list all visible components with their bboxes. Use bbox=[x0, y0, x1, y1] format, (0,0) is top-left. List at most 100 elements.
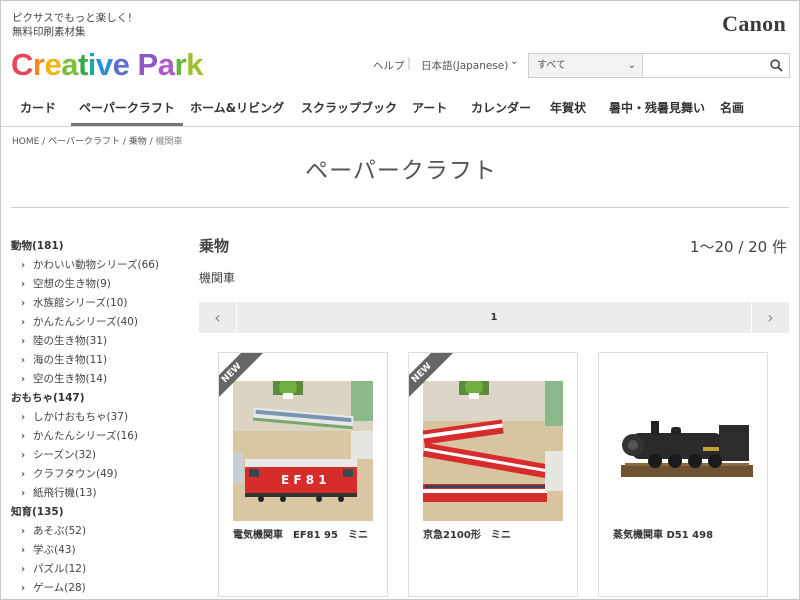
sidebar-item[interactable]: › 水族館シリーズ(10) bbox=[11, 294, 191, 313]
search-icon[interactable] bbox=[770, 59, 783, 72]
nav-item-papercraft[interactable]: ペーパークラフト bbox=[71, 93, 183, 126]
canon-logo[interactable]: Canon bbox=[722, 11, 786, 37]
product-image[interactable]: E F 8 1 bbox=[233, 381, 373, 521]
chevron-right-icon: › bbox=[21, 260, 26, 271]
sidebar-item-label: しかけおもちゃ(37) bbox=[33, 411, 129, 423]
chevron-right-icon[interactable]: › bbox=[751, 302, 789, 333]
sidebar-item-label: 水族館シリーズ(10) bbox=[33, 297, 128, 309]
chevron-right-icon: › bbox=[21, 431, 26, 442]
sidebar-item[interactable]: › あそぶ(52) bbox=[11, 522, 191, 541]
sidebar-category[interactable]: 動物(181) bbox=[11, 237, 191, 256]
product-card[interactable]: E F 8 1 NEW 電気機関車 EF81 95 ミニ bbox=[218, 352, 388, 597]
breadcrumb-papercraft[interactable]: ペーパークラフト bbox=[48, 137, 120, 147]
chevron-down-icon[interactable]: ⌄ bbox=[510, 56, 518, 67]
product-name[interactable]: 電気機関車 EF81 95 ミニ bbox=[233, 526, 368, 541]
sidebar-category[interactable]: 知育(135) bbox=[11, 503, 191, 522]
product-card[interactable]: 蒸気機関車 D51 498 bbox=[598, 352, 768, 597]
chevron-right-icon: › bbox=[21, 469, 26, 480]
chevron-right-icon: › bbox=[21, 450, 26, 461]
sidebar-item-label: 紙飛行機(13) bbox=[33, 487, 97, 499]
sidebar-category[interactable]: おもちゃ(147) bbox=[11, 389, 191, 408]
language-selector[interactable]: 日本語(Japanese) bbox=[421, 58, 508, 73]
sidebar-item-label: かわいい動物シリーズ(66) bbox=[33, 259, 160, 271]
nav-item-home-living[interactable]: ホーム&リビング bbox=[182, 93, 292, 126]
product-card[interactable]: NEW 京急2100形 ミニ bbox=[408, 352, 578, 597]
logo-letter: a bbox=[61, 47, 78, 82]
main-nav: カード ペーパークラフト ホーム&リビング スクラップブック アート カレンダー… bbox=[1, 93, 799, 127]
search-category-select[interactable]: すべて ⌄ bbox=[529, 54, 643, 77]
sidebar-item[interactable]: › ゲーム(28) bbox=[11, 579, 191, 598]
sidebar-item[interactable]: › 空想の生き物(9) bbox=[11, 275, 191, 294]
logo-letter: a bbox=[157, 47, 175, 82]
sidebar-item[interactable]: › 陸の生き物(31) bbox=[11, 332, 191, 351]
sidebar-item[interactable]: › シーズン(32) bbox=[11, 446, 191, 465]
chevron-right-icon: › bbox=[21, 583, 26, 594]
chevron-right-icon: › bbox=[21, 545, 26, 556]
product-name[interactable]: 蒸気機関車 D51 498 bbox=[613, 526, 713, 541]
page-title: ペーパークラフト bbox=[305, 158, 497, 184]
logo-letter: k bbox=[186, 47, 203, 82]
search-category-value: すべて bbox=[537, 60, 566, 71]
nav-item-nengajo[interactable]: 年賀状 bbox=[542, 93, 594, 126]
sidebar-item[interactable]: › しかけおもちゃ(37) bbox=[11, 408, 191, 427]
page-number[interactable]: 1 bbox=[199, 302, 789, 333]
result-count: 1〜20 / 20 件 bbox=[689, 238, 787, 256]
logo-letter: t bbox=[77, 47, 88, 82]
nav-item-scrapbook[interactable]: スクラップブック bbox=[293, 93, 405, 126]
nav-item-summer-greetings[interactable]: 暑中・残暑見舞い bbox=[601, 93, 713, 126]
sidebar-item-label: 陸の生き物(31) bbox=[33, 335, 108, 347]
sidebar-item[interactable]: › かわいい動物シリーズ(66) bbox=[11, 256, 191, 275]
logo-letter: C bbox=[11, 47, 33, 82]
breadcrumb-home[interactable]: HOME bbox=[12, 137, 39, 147]
sidebar-item[interactable]: › クラフタウン(49) bbox=[11, 465, 191, 484]
chevron-down-icon: ⌄ bbox=[627, 60, 636, 71]
tagline-line2: 無料印刷素材集 bbox=[12, 26, 86, 38]
logo-letter: r bbox=[32, 47, 45, 82]
chevron-right-icon: › bbox=[21, 355, 26, 366]
nav-item-masterpieces[interactable]: 名画 bbox=[712, 93, 752, 126]
sidebar-item-label: 海の生き物(11) bbox=[33, 354, 108, 366]
page-frame: ピクサスでもっと楽しく！ 無料印刷素材集 Creative Park Canon… bbox=[0, 0, 800, 600]
chevron-right-icon: › bbox=[21, 374, 26, 385]
chevron-right-icon: › bbox=[21, 488, 26, 499]
breadcrumb: HOME / ペーパークラフト / 乗物 / 機関車 bbox=[12, 137, 183, 147]
product-image[interactable] bbox=[613, 381, 753, 521]
sidebar-item-label: かんたんシリーズ(16) bbox=[33, 430, 139, 442]
nav-item-calendar[interactable]: カレンダー bbox=[463, 93, 539, 126]
chevron-right-icon: › bbox=[21, 564, 26, 575]
sidebar-item[interactable]: › 学ぶ(43) bbox=[11, 541, 191, 560]
search-input[interactable] bbox=[644, 54, 769, 77]
sidebar-item[interactable]: › かんたんシリーズ(40) bbox=[11, 313, 191, 332]
category-sidebar: 動物(181) › かわいい動物シリーズ(66) › 空想の生き物(9) › 水族館シ… bbox=[11, 237, 191, 598]
sidebar-item-label: 空想の生き物(9) bbox=[33, 278, 111, 290]
sidebar-item-label: 空の生き物(14) bbox=[33, 373, 108, 385]
nav-item-card[interactable]: カード bbox=[12, 93, 64, 126]
sidebar-item-label: クラフタウン(49) bbox=[33, 468, 118, 480]
sidebar-item[interactable]: › 空の生き物(14) bbox=[11, 370, 191, 389]
sidebar-item[interactable]: › 紙飛行機(13) bbox=[11, 484, 191, 503]
breadcrumb-current: 機関車 bbox=[155, 137, 183, 147]
tagline: ピクサスでもっと楽しく！ 無料印刷素材集 bbox=[12, 11, 138, 39]
chevron-right-icon: › bbox=[21, 317, 26, 328]
chevron-left-icon[interactable]: ‹ bbox=[199, 302, 237, 333]
chevron-right-icon: › bbox=[21, 412, 26, 423]
logo-letter: i bbox=[87, 47, 97, 82]
nav-item-art[interactable]: アート bbox=[404, 93, 455, 126]
logo-letter: e bbox=[112, 47, 130, 82]
chevron-right-icon: › bbox=[21, 336, 26, 347]
chevron-right-icon: › bbox=[21, 298, 26, 309]
product-image[interactable] bbox=[423, 381, 563, 521]
creative-park-logo[interactable]: Creative Park bbox=[11, 45, 203, 85]
breadcrumb-vehicles[interactable]: 乗物 bbox=[129, 137, 147, 147]
product-name[interactable]: 京急2100形 ミニ bbox=[423, 526, 511, 541]
help-link[interactable]: ヘルプ bbox=[373, 58, 405, 73]
sidebar-item-label: ゲーム(28) bbox=[33, 582, 86, 594]
logo-letter: e bbox=[44, 47, 62, 82]
pagination: 1 ‹ › bbox=[199, 302, 789, 333]
subcategory-heading: 機関車 bbox=[199, 271, 236, 285]
sidebar-item[interactable]: › パズル(12) bbox=[11, 560, 191, 579]
sidebar-item[interactable]: › 海の生き物(11) bbox=[11, 351, 191, 370]
sidebar-item[interactable]: › かんたんシリーズ(16) bbox=[11, 427, 191, 446]
search-bar: すべて ⌄ bbox=[528, 53, 790, 78]
sidebar-item-label: シーズン(32) bbox=[33, 449, 97, 461]
